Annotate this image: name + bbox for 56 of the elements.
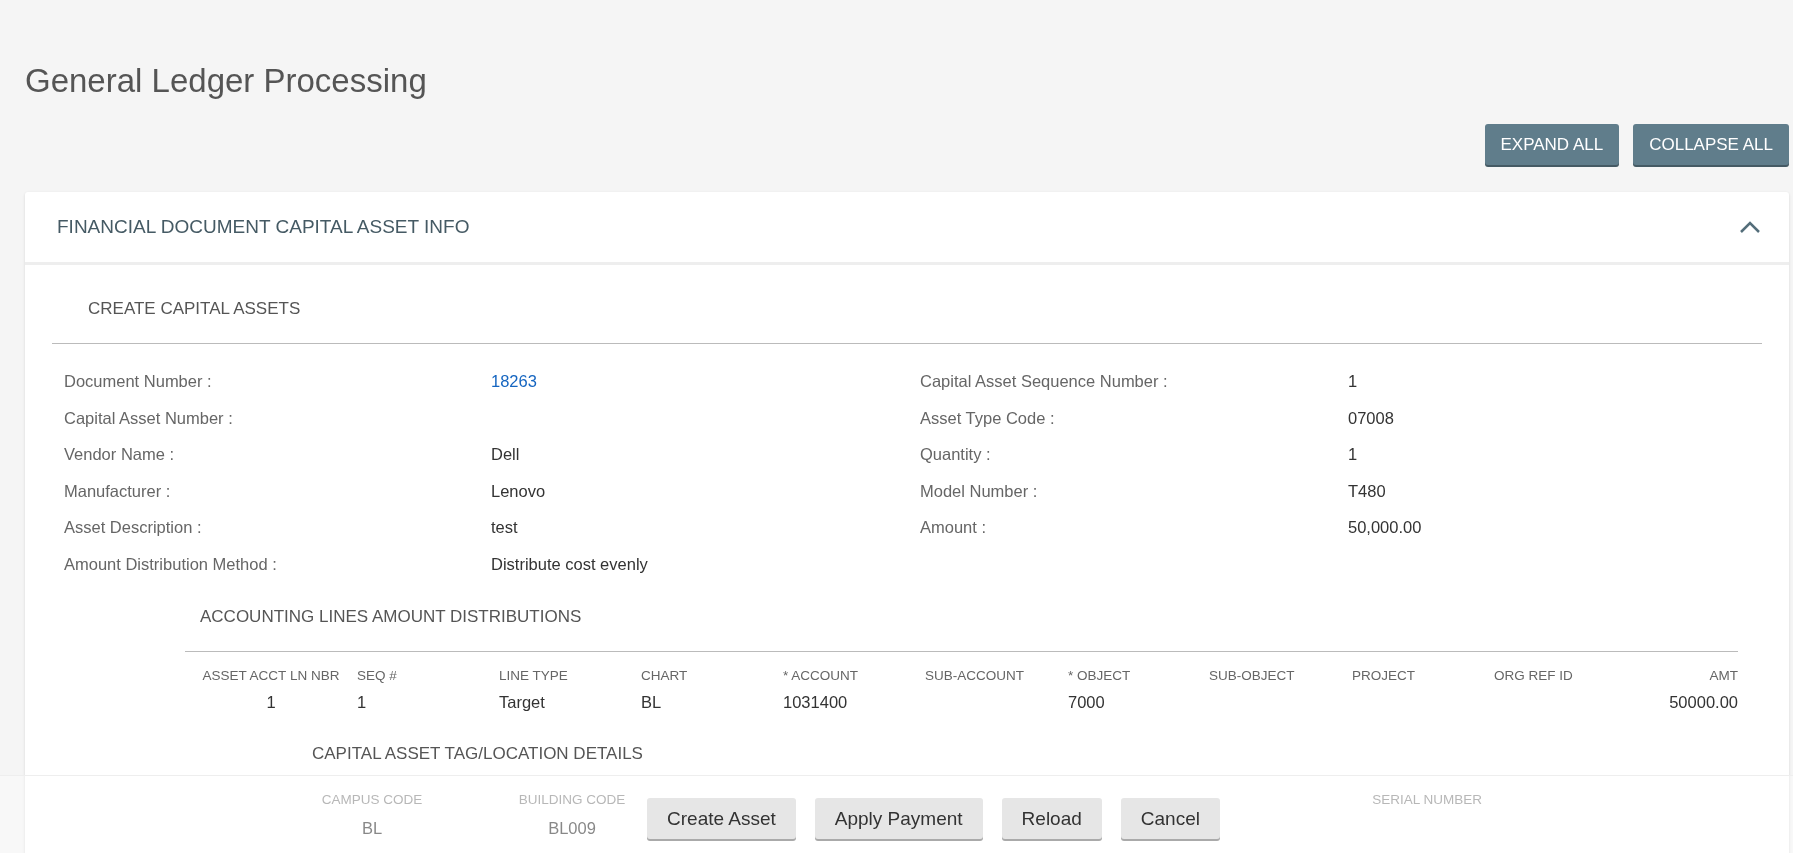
expand-all-button[interactable]: EXPAND ALL xyxy=(1484,124,1620,165)
field-label: Vendor Name : xyxy=(64,444,176,465)
table-cell-text: 1 xyxy=(265,692,277,712)
column-header: * ACCOUNT xyxy=(783,667,859,683)
column-header: SERIAL NUMBER xyxy=(1371,791,1482,807)
table-title: ACCOUNTING LINES AMOUNT DISTRIBUTIONS xyxy=(199,605,583,628)
table-cell-text: 50000.00 xyxy=(1668,692,1738,712)
footer-button[interactable]: Reload xyxy=(1001,798,1102,839)
collapse-all-button[interactable]: COLLAPSE ALL xyxy=(1633,124,1789,165)
field-label: Asset Description : xyxy=(64,517,203,538)
column-header: PROJECT xyxy=(1352,667,1416,683)
footer-button[interactable]: Create Asset xyxy=(647,798,796,839)
field-label: Capital Asset Sequence Number : xyxy=(920,371,1169,392)
field-value: Dell xyxy=(491,444,521,465)
field-value: Lenovo xyxy=(491,480,547,502)
footer-button[interactable]: Cancel xyxy=(1120,798,1220,839)
column-header: SEQ # xyxy=(357,667,398,683)
field-label: Model Number : xyxy=(920,480,1039,502)
table-cell-text: 7000 xyxy=(1068,692,1106,712)
table-cell-text: BL xyxy=(641,692,663,712)
field-value: Distribute cost evenly xyxy=(491,553,649,575)
table-cell-text: 1031400 xyxy=(783,692,849,712)
field-value: 07008 xyxy=(1348,407,1395,429)
column-header: SUB-OBJECT xyxy=(1209,667,1296,683)
field-label: Document Number : xyxy=(64,371,213,392)
column-header: AMT xyxy=(1708,667,1738,683)
field-label: Amount : xyxy=(920,517,988,538)
field-label: Amount Distribution Method : xyxy=(64,553,278,575)
column-header: CHART xyxy=(641,667,689,683)
subsection-title: CREATE CAPITAL ASSETS xyxy=(52,265,1762,344)
field-value: 50,000.00 xyxy=(1348,517,1423,538)
table-cell-text: 1 xyxy=(357,692,368,712)
column-header: BUILDING CODE xyxy=(517,791,627,807)
table-cell-text: Target xyxy=(499,692,546,712)
field-value: test xyxy=(491,517,519,538)
column-header: ASSET ACCT LN NBR xyxy=(201,667,341,683)
column-header: SUB-ACCOUNT xyxy=(925,667,1025,683)
section-title: FINANCIAL DOCUMENT CAPITAL ASSET INFO xyxy=(57,216,470,238)
chevron-up-icon[interactable] xyxy=(1739,220,1761,234)
column-header: CAMPUS CODE xyxy=(320,791,424,807)
field-label: Capital Asset Number : xyxy=(64,407,234,429)
document-link[interactable]: 18263 xyxy=(491,370,537,392)
column-header: ORG REF ID xyxy=(1494,667,1574,683)
column-header: * OBJECT xyxy=(1068,667,1132,683)
field-label: Manufacturer : xyxy=(64,480,172,502)
column-header: LINE TYPE xyxy=(499,667,569,683)
table-title: CAPITAL ASSET TAG/LOCATION DETAILS xyxy=(311,742,644,764)
table-cell-text: BL xyxy=(360,818,384,838)
field-value: 1 xyxy=(1348,371,1359,392)
field-value: 1 xyxy=(1348,444,1359,465)
table-cell-text: BL009 xyxy=(547,818,597,838)
field-label: Asset Type Code : xyxy=(920,407,1056,429)
field-value: T480 xyxy=(1348,480,1387,502)
footer-button[interactable]: Apply Payment xyxy=(814,798,983,839)
field-label: Quantity : xyxy=(920,444,992,465)
page-title: General Ledger Processing xyxy=(24,61,428,100)
